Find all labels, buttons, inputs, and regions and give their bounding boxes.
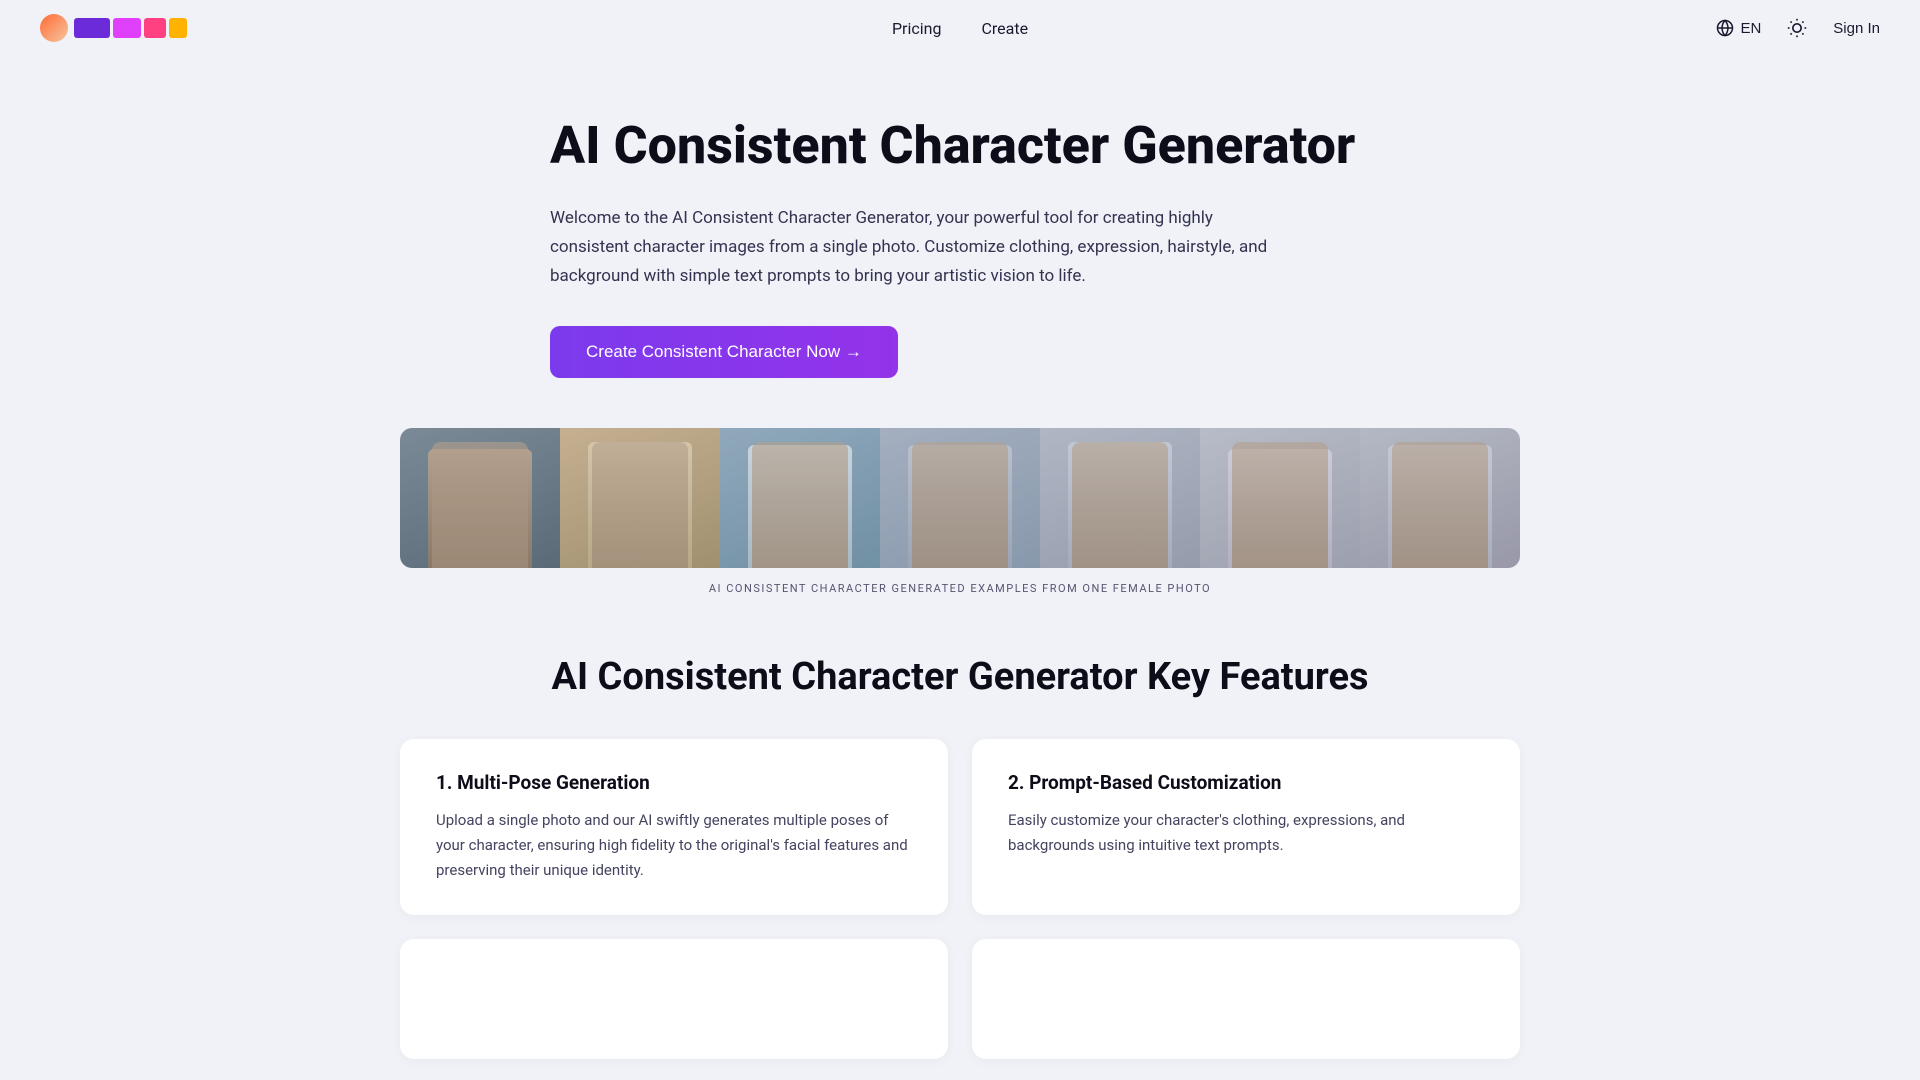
gallery-image-3 [720, 428, 880, 568]
hero-title: AI Consistent Character Generator [550, 116, 1370, 176]
feature-card-1: 1. Multi-Pose Generation Upload a single… [400, 739, 948, 914]
gallery-image-2 [560, 428, 720, 568]
logo-bar-purple [74, 18, 110, 38]
feature-card-2-desc: Easily customize your character's clothi… [1008, 808, 1484, 858]
hero-description: Welcome to the AI Consistent Character G… [550, 204, 1290, 291]
globe-icon [1716, 19, 1734, 37]
gallery-section: AI CONSISTENT CHARACTER GENERATED EXAMPL… [360, 428, 1560, 595]
feature-card-3 [400, 939, 948, 1059]
gallery-images [400, 428, 1520, 568]
logo-circle-icon [40, 14, 68, 42]
language-button[interactable]: EN [1716, 19, 1761, 37]
features-title: AI Consistent Character Generator Key Fe… [400, 655, 1520, 699]
features-section: AI Consistent Character Generator Key Fe… [360, 655, 1560, 1058]
feature-card-1-title: 1. Multi-Pose Generation [436, 771, 912, 794]
feature-card-2-title: 2. Prompt-Based Customization [1008, 771, 1484, 794]
sign-in-button[interactable]: Sign In [1833, 20, 1880, 37]
logo-bar-amber [169, 18, 187, 38]
navbar: Pricing Create EN Sign In [0, 0, 1920, 56]
theme-toggle-button[interactable] [1781, 12, 1813, 44]
gallery-image-7 [1360, 428, 1520, 568]
nav-link-pricing[interactable]: Pricing [892, 19, 942, 38]
gallery-image-4 [880, 428, 1040, 568]
feature-card-1-desc: Upload a single photo and our AI swiftly… [436, 808, 912, 882]
nav-right: EN Sign In [1716, 12, 1880, 44]
feature-card-2: 2. Prompt-Based Customization Easily cus… [972, 739, 1520, 914]
cta-button[interactable]: Create Consistent Character Now → [550, 326, 898, 378]
nav-link-create[interactable]: Create [981, 19, 1028, 38]
gallery-image-6 [1200, 428, 1360, 568]
logo-bars [74, 18, 187, 38]
hero-section: AI Consistent Character Generator Welcom… [510, 116, 1410, 378]
gallery-image-1 [400, 428, 560, 568]
lang-label: EN [1740, 20, 1761, 37]
gallery-image-5 [1040, 428, 1200, 568]
gallery-caption: AI CONSISTENT CHARACTER GENERATED EXAMPL… [400, 582, 1520, 595]
sun-icon [1787, 18, 1807, 38]
logo [40, 14, 187, 42]
logo-bar-magenta [113, 18, 141, 38]
features-grid: 1. Multi-Pose Generation Upload a single… [400, 739, 1520, 1058]
nav-links: Pricing Create [892, 19, 1028, 38]
feature-card-4 [972, 939, 1520, 1059]
logo-bar-pink [144, 18, 166, 38]
